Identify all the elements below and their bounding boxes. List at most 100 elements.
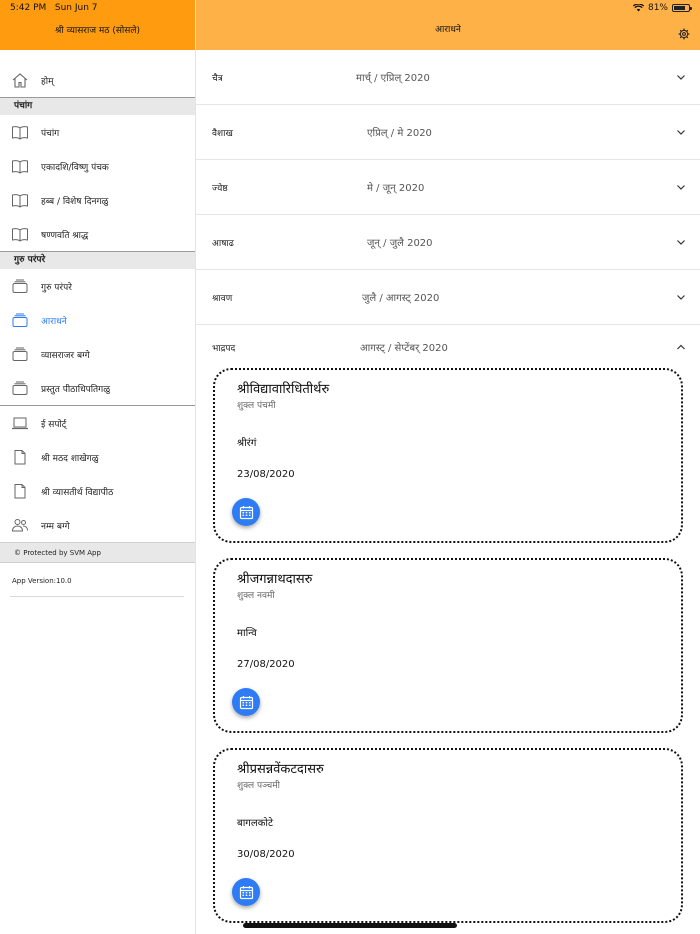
section-header-guru: गुरु परंपरे <box>0 251 195 269</box>
month-range: आगस्ट् / सेप्टेंबर् 2020 <box>360 343 448 354</box>
chevron-down-icon[interactable] <box>676 292 686 302</box>
document-icon <box>14 450 26 465</box>
card-place: श्रीरंगं <box>237 438 257 449</box>
add-to-calendar-button[interactable] <box>232 878 260 906</box>
card-date: 27/08/2020 <box>237 659 295 670</box>
card-title: श्रीप्रसन्नवेंकटदासरु <box>237 762 324 777</box>
home-icon <box>12 73 28 88</box>
book-icon <box>12 228 28 242</box>
card-title: श्रीजगन्नाथदासरु <box>237 572 313 587</box>
sidebar: श्री व्यासराज मठ (सोसले) होम् पंचांग पंच… <box>0 0 196 934</box>
sidebar-item[interactable]: षण्णवति श्राद्ध <box>0 217 195 251</box>
sidebar-item[interactable]: श्री व्यासतीर्थ विद्यापीठ <box>0 474 195 508</box>
document-icon <box>14 484 26 499</box>
sidebar-item[interactable]: गुरु परंपरे <box>0 269 195 303</box>
wifi-icon <box>632 4 644 12</box>
stack-icon <box>12 347 28 361</box>
sidebar-item[interactable]: नम्म बग्गे <box>0 508 195 542</box>
card-place: बागलकोटे <box>237 818 274 829</box>
sidebar-item[interactable]: प्रस्तुत पीठाधिपतिगळु <box>0 371 195 405</box>
calendar-icon <box>239 505 253 519</box>
sidebar-item[interactable]: आराधने <box>0 303 195 337</box>
stack-icon <box>12 313 28 327</box>
sidebar-item-label: व्यासराजर बग्गे <box>41 350 90 361</box>
card-tithi: शुक्ल नवमी <box>237 591 275 601</box>
home-indicator[interactable] <box>243 923 457 928</box>
main-panel: आराधने चैत्र मार्च् / एप्रिल् 2020 वैशाख एप… <box>196 0 700 934</box>
card-tithi: शुक्ल पंचमी <box>237 401 276 411</box>
sidebar-item[interactable]: श्री मठद शाखेगळु <box>0 440 195 474</box>
card-date: 30/08/2020 <box>237 849 295 860</box>
chevron-down-icon[interactable] <box>676 72 686 82</box>
chevron-up-icon[interactable] <box>676 342 686 352</box>
chevron-down-icon[interactable] <box>676 237 686 247</box>
month-name: श्रावण <box>212 293 233 304</box>
sidebar-item-home[interactable]: होम् <box>0 63 195 97</box>
sidebar-item-label: षण्णवति श्राद्ध <box>41 230 89 241</box>
stack-icon <box>12 381 28 395</box>
sidebar-item-label: श्री व्यासतीर्थ विद्यापीठ <box>41 487 114 498</box>
calendar-icon <box>239 695 253 709</box>
sidebar-item-label: होम् <box>41 76 54 87</box>
app-version: App Version:10.0 <box>0 562 195 596</box>
month-row[interactable]: ज्येष्ठ मे / जून् 2020 <box>196 160 700 215</box>
book-icon <box>12 194 28 208</box>
month-range: मे / जून् 2020 <box>367 183 425 194</box>
sidebar-item-label: नम्म बग्गे <box>41 521 70 532</box>
card-place: मान्वि <box>237 628 257 639</box>
sidebar-item-label: गुरु परंपरे <box>41 282 72 293</box>
sidebar-item[interactable]: ई सपोर्ट् <box>0 406 195 440</box>
month-row[interactable]: चैत्र मार्च् / एप्रिल् 2020 <box>196 50 700 105</box>
status-bar: 5:42 PM Sun Jun 7 81% <box>0 0 700 16</box>
month-row[interactable]: आषाढ जून् / जुलै 2020 <box>196 215 700 270</box>
sidebar-item-label: ई सपोर्ट् <box>41 419 67 430</box>
chevron-down-icon[interactable] <box>676 182 686 192</box>
month-name: ज्येष्ठ <box>212 183 228 194</box>
aradhane-card[interactable]: श्रीजगन्नाथदासरु शुक्ल नवमी मान्वि 27/08/20… <box>213 558 683 733</box>
status-time: 5:42 PM Sun Jun 7 <box>10 3 98 13</box>
book-icon <box>12 160 28 174</box>
month-range: एप्रिल् / मे 2020 <box>367 128 432 139</box>
sidebar-item-label: एकादशि/विष्णु पंचक <box>41 162 109 173</box>
calendar-icon <box>239 885 253 899</box>
sidebar-item[interactable]: पंचांग <box>0 115 195 149</box>
aradhane-card[interactable]: श्रीप्रसन्नवेंकटदासरु शुक्ल पञ्चमी बागलकोट… <box>213 748 683 923</box>
month-range: जून् / जुलै 2020 <box>367 238 433 249</box>
status-right: 81% <box>632 3 692 13</box>
sidebar-item[interactable]: हब्ब / विशेष दिनगळु <box>0 183 195 217</box>
aradhane-card[interactable]: श्रीविद्यावारिधितीर्थरु शुक्ल पंचमी श्रीरं… <box>213 368 683 543</box>
month-name: आषाढ <box>212 238 234 249</box>
battery-icon <box>672 4 692 12</box>
month-list: चैत्र मार्च् / एप्रिल् 2020 वैशाख एप्रिल् /… <box>196 50 700 369</box>
add-to-calendar-button[interactable] <box>232 498 260 526</box>
card-title: श्रीविद्यावारिधितीर्थरु <box>237 382 330 397</box>
chevron-down-icon[interactable] <box>676 127 686 137</box>
month-name: चैत्र <box>212 73 223 84</box>
laptop-icon <box>12 417 28 430</box>
section-header-panchang: पंचांग <box>0 97 195 115</box>
card-tithi: शुक्ल पञ्चमी <box>237 781 280 791</box>
sidebar-item-label: प्रस्तुत पीठाधिपतिगळु <box>41 384 111 395</box>
people-icon <box>11 519 28 532</box>
month-row[interactable]: भाद्रपद आगस्ट् / सेप्टेंबर् 2020 <box>196 325 700 369</box>
add-to-calendar-button[interactable] <box>232 688 260 716</box>
battery-percent: 81% <box>647 3 668 13</box>
sidebar-item-label: हब्ब / विशेष दिनगळु <box>41 196 109 207</box>
month-row[interactable]: वैशाख एप्रिल् / मे 2020 <box>196 105 700 160</box>
month-name: भाद्रपद <box>212 343 236 354</box>
card-date: 23/08/2020 <box>237 469 295 480</box>
sidebar-item-label: पंचांग <box>41 128 60 139</box>
month-row[interactable]: श्रावण जुलै / आगस्ट् 2020 <box>196 270 700 325</box>
version-divider <box>10 596 184 597</box>
sidebar-item[interactable]: एकादशि/विष्णु पंचक <box>0 149 195 183</box>
page-title: आराधने <box>435 25 461 35</box>
stack-icon <box>12 279 28 293</box>
gear-icon[interactable] <box>678 28 690 40</box>
month-range: मार्च् / एप्रिल् 2020 <box>356 73 430 84</box>
sidebar-title: श्री व्यासराज मठ (सोसले) <box>55 26 140 36</box>
sidebar-item[interactable]: व्यासराजर बग्गे <box>0 337 195 371</box>
sidebar-item-label: आराधने <box>41 316 67 327</box>
protected-label: © Protected by SVM App <box>0 542 195 562</box>
sidebar-item-label: श्री मठद शाखेगळु <box>41 453 99 464</box>
month-range: जुलै / आगस्ट् 2020 <box>362 293 440 304</box>
